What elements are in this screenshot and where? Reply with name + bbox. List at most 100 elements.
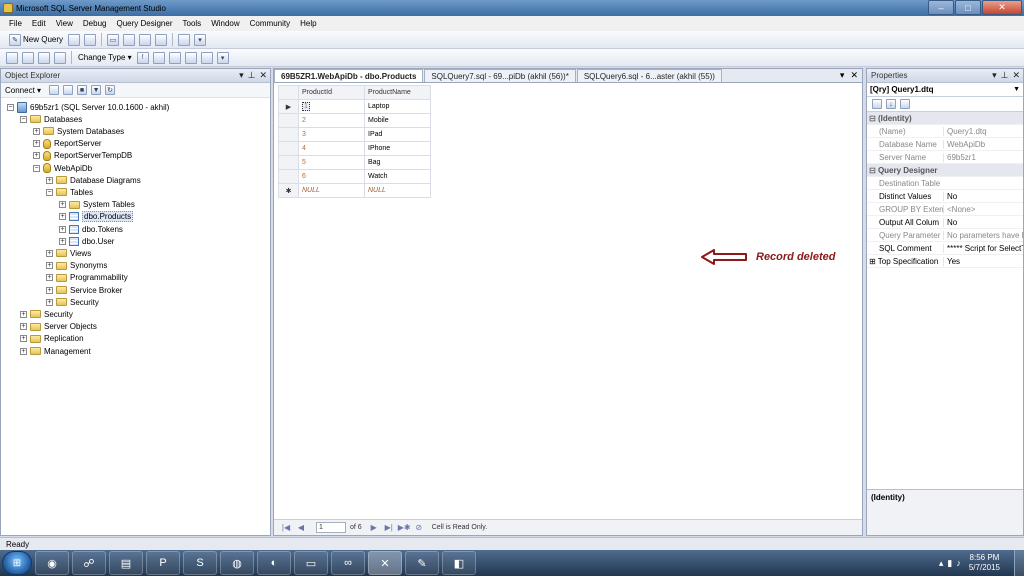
tree-node[interactable]: + Security — [20, 308, 73, 320]
add-derived-table-icon[interactable] — [200, 51, 213, 64]
property-row[interactable]: (Name) Query1.dtq — [867, 125, 1023, 138]
property-value[interactable]: 69b5zr1 — [943, 152, 1023, 162]
firefox-taskbar-icon[interactable]: ◍ — [220, 551, 254, 575]
maximize-button[interactable]: □ — [955, 0, 981, 15]
save-all-icon[interactable] — [139, 33, 152, 46]
column-header-productid[interactable]: ProductId — [298, 85, 365, 100]
tree-node[interactable]: + ReportServer — [33, 138, 102, 150]
expand-icon[interactable]: + — [46, 286, 53, 294]
expand-icon[interactable]: + — [20, 310, 27, 318]
db-engine-query-icon[interactable] — [68, 33, 81, 46]
menu-file[interactable]: File — [4, 19, 27, 28]
table-row[interactable]: 3 IPad — [278, 127, 431, 142]
table-row[interactable]: 2 Mobile — [278, 113, 431, 128]
stop-icon[interactable]: ⊘ — [413, 523, 425, 532]
show-diagram-pane-icon[interactable] — [6, 51, 18, 64]
expand-icon[interactable]: + — [20, 347, 27, 355]
tree-node[interactable]: − Tables — [46, 186, 93, 198]
panel-dropdown-icon[interactable]: ▾ — [239, 70, 244, 81]
expand-icon[interactable]: + — [46, 274, 53, 282]
property-value[interactable]: No parameters have b — [943, 230, 1023, 240]
menu-view[interactable]: View — [51, 19, 78, 28]
connect-button[interactable]: Connect ▾ — [5, 86, 41, 95]
analysis-query-icon[interactable] — [84, 33, 97, 46]
menu-help[interactable]: Help — [295, 19, 321, 28]
property-row[interactable]: Distinct Values No — [867, 190, 1023, 203]
tree-node[interactable]: + Security — [46, 296, 99, 308]
show-desktop-button[interactable] — [1014, 550, 1024, 576]
add-table-icon[interactable] — [184, 51, 197, 64]
network-icon[interactable]: ▮ — [947, 558, 952, 569]
cell-productname[interactable]: IPad — [364, 127, 431, 142]
cell-productid[interactable]: 3 — [298, 127, 365, 142]
tree-node[interactable]: − 69b5zr1 (SQL Server 10.0.1600 - akhil) — [7, 101, 169, 113]
expand-icon[interactable]: + — [46, 298, 53, 306]
collapse-icon[interactable]: ⊟ — [869, 114, 878, 123]
cell-productname[interactable]: Watch — [364, 169, 431, 184]
toolbar-options-icon[interactable]: ▾ — [216, 51, 229, 64]
visual-studio-taskbar-icon[interactable]: ∞ — [331, 551, 365, 575]
property-value[interactable]: <None> — [943, 204, 1023, 214]
execute-sql-icon[interactable]: ! — [136, 51, 149, 64]
activity-monitor-icon[interactable] — [178, 33, 191, 46]
tree-node[interactable]: + Service Broker — [46, 284, 122, 296]
property-value[interactable]: Yes — [943, 256, 1023, 266]
property-value[interactable]: No — [943, 217, 1023, 227]
property-row[interactable]: GROUP BY Extens <None> — [867, 203, 1023, 216]
show-sql-pane-icon[interactable] — [38, 51, 50, 64]
group-by-icon[interactable] — [168, 51, 181, 64]
table-row[interactable]: 6 Watch — [278, 169, 431, 184]
last-record-icon[interactable]: ▶| — [383, 523, 395, 532]
row-selector[interactable] — [278, 169, 299, 184]
cell-productname[interactable]: Laptop — [364, 99, 431, 114]
tree-node[interactable]: + dbo.Products — [59, 211, 134, 223]
row-selector[interactable]: ▶ — [278, 99, 299, 114]
expand-icon[interactable]: ⊞ — [869, 257, 878, 266]
new-query-button[interactable]: ✎ New Query — [4, 33, 66, 46]
column-header-productname[interactable]: ProductName — [364, 85, 431, 100]
expand-icon[interactable]: + — [59, 225, 66, 233]
previous-record-icon[interactable]: ◀ — [295, 523, 307, 532]
row-selector[interactable] — [278, 141, 299, 156]
refresh-icon[interactable]: ↻ — [105, 85, 116, 95]
new-record-icon[interactable]: ▶✱ — [398, 523, 411, 532]
print-icon[interactable] — [155, 33, 168, 46]
cell-productname[interactable]: Mobile — [364, 113, 431, 128]
property-pages-icon[interactable] — [900, 99, 910, 109]
connect-icon[interactable] — [49, 85, 60, 95]
filter-icon[interactable]: ▼ — [91, 85, 102, 95]
disconnect-icon[interactable] — [63, 85, 74, 95]
app-taskbar-icon[interactable]: ◐ — [257, 551, 291, 575]
document-close-icon[interactable]: ✕ — [850, 70, 858, 81]
new-row[interactable]: ✱ NULL NULL — [278, 183, 431, 198]
expand-icon[interactable]: + — [59, 213, 66, 221]
panel-close-icon[interactable]: ✕ — [1012, 70, 1020, 81]
table-row[interactable]: 4 IPhone — [278, 141, 431, 156]
property-row[interactable]: ⊞ Top Specification Yes — [867, 255, 1023, 268]
menu-tools[interactable]: Tools — [178, 19, 207, 28]
show-hidden-icons-icon[interactable]: ▴ — [939, 558, 944, 569]
tab-list-icon[interactable]: ▾ — [840, 70, 845, 81]
expand-icon[interactable]: + — [20, 335, 27, 343]
minimize-button[interactable]: – — [928, 0, 954, 15]
collapse-icon[interactable]: − — [46, 188, 53, 196]
tab-sqlquery6[interactable]: SQLQuery6.sql - 6...aster (akhil (55)) — [576, 69, 722, 82]
expand-icon[interactable]: + — [20, 323, 27, 331]
volume-icon[interactable]: ♪ — [956, 558, 961, 569]
collapse-icon[interactable]: − — [33, 164, 40, 172]
cell-productid[interactable]: 6 — [298, 169, 365, 184]
expand-icon[interactable]: + — [33, 127, 40, 135]
property-row[interactable]: Database Name WebApiDb — [867, 138, 1023, 151]
cell-productid[interactable]: 4 — [298, 141, 365, 156]
clock[interactable]: 8:56 PM 5/7/2015 — [969, 553, 1000, 573]
collapse-icon[interactable]: ⊟ — [869, 166, 878, 175]
property-value[interactable]: Query1.dtq — [943, 126, 1023, 136]
tree-node[interactable]: − WebApiDb — [33, 162, 92, 174]
cell-productid[interactable]: 5 — [298, 155, 365, 170]
collapse-icon[interactable]: − — [7, 103, 14, 111]
stop-icon[interactable]: ■ — [77, 85, 88, 95]
pin-icon[interactable]: ⊥ — [1001, 70, 1009, 81]
network-taskbar-icon[interactable]: ☍ — [72, 551, 106, 575]
tree-node[interactable]: + Views — [46, 247, 91, 259]
expand-icon[interactable]: + — [46, 249, 53, 257]
